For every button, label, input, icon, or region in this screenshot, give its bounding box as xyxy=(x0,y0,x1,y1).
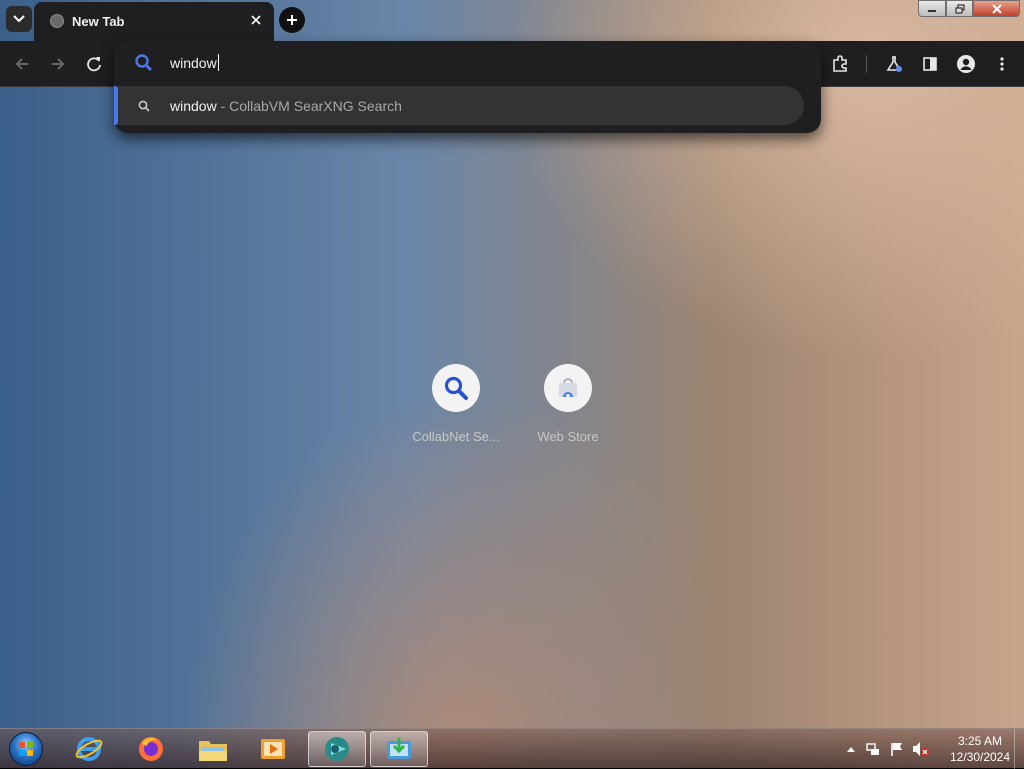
tray-action-center[interactable] xyxy=(888,739,906,759)
chrome-app-icon xyxy=(325,737,349,761)
suggestion-description: CollabVM SearXNG Search xyxy=(229,98,402,114)
taskbar-downloader[interactable] xyxy=(370,731,428,767)
extensions-button[interactable] xyxy=(826,50,854,78)
reload-button[interactable] xyxy=(80,50,108,78)
system-tray: 3:25 AM 12/30/2024 xyxy=(840,729,1024,769)
shortcut-web-store[interactable]: Web Store xyxy=(512,364,624,454)
more-vertical-icon xyxy=(1000,57,1004,71)
new-tab-button[interactable] xyxy=(279,7,305,33)
window-controls xyxy=(918,0,1020,18)
taskbar: 3:25 AM 12/30/2024 xyxy=(0,728,1024,769)
tab-title: New Tab xyxy=(72,14,125,29)
close-icon xyxy=(251,15,261,25)
shortcut-collabnet-search[interactable]: CollabNet Se... xyxy=(400,364,512,454)
address-bar-input[interactable] xyxy=(170,53,770,73)
tray-network[interactable] xyxy=(864,739,882,759)
magnifier-icon xyxy=(444,376,468,400)
back-button[interactable] xyxy=(8,50,36,78)
taskbar-firefox[interactable] xyxy=(122,731,180,767)
suggestion-text: window - CollabVM SearXNG Search xyxy=(170,98,402,114)
internet-explorer-icon xyxy=(75,737,103,761)
shortcut-icon-tile xyxy=(544,364,592,412)
tab-close-button[interactable] xyxy=(246,10,266,30)
puzzle-icon xyxy=(833,55,847,72)
suggestion-focus-indicator xyxy=(114,86,118,125)
show-desktop-button[interactable] xyxy=(1014,729,1024,769)
network-icon xyxy=(866,743,879,755)
chevron-up-icon xyxy=(847,747,855,752)
downloader-icon xyxy=(387,738,411,759)
omnibox-dropdown: window - CollabVM SearXNG Search xyxy=(114,41,821,133)
shortcut-label: CollabNet Se... xyxy=(412,429,500,444)
globe-icon xyxy=(50,14,64,28)
tab-search-button[interactable] xyxy=(6,6,32,32)
profile-button[interactable] xyxy=(952,50,980,78)
taskbar-clock[interactable]: 3:25 AM 12/30/2024 xyxy=(940,733,1020,765)
minimize-icon xyxy=(928,9,936,12)
omnibox-suggestion[interactable]: window - CollabVM SearXNG Search xyxy=(114,86,804,125)
forward-button[interactable] xyxy=(44,50,72,78)
labs-button[interactable] xyxy=(880,50,908,78)
taskbar-media-player[interactable] xyxy=(244,731,302,767)
taskbar-internet-explorer[interactable] xyxy=(60,731,118,767)
clock-time: 3:25 AM xyxy=(957,734,1003,748)
tray-volume[interactable] xyxy=(912,739,930,759)
shortcut-label: Web Store xyxy=(537,429,599,444)
side-panel-button[interactable] xyxy=(916,50,944,78)
minimize-button[interactable] xyxy=(918,0,946,17)
tab-strip: New Tab xyxy=(0,0,1024,41)
chevron-down-icon xyxy=(13,15,25,23)
menu-button[interactable] xyxy=(988,50,1016,78)
show-hidden-icons-button[interactable] xyxy=(842,739,860,759)
arrow-right-icon xyxy=(52,58,65,70)
plus-icon xyxy=(287,15,297,25)
text-caret xyxy=(218,54,219,71)
suggestion-query: window xyxy=(170,98,217,114)
file-explorer-icon xyxy=(199,741,227,761)
suggestion-separator: - xyxy=(216,98,230,114)
close-icon xyxy=(991,3,1002,14)
toolbar-divider xyxy=(866,55,867,73)
tab-new-tab[interactable]: New Tab xyxy=(34,2,274,41)
taskbar-chrome-active[interactable] xyxy=(308,731,366,767)
flask-icon xyxy=(886,56,902,72)
windows-logo-icon xyxy=(9,732,43,766)
arrow-left-icon xyxy=(15,58,28,70)
restore-button[interactable] xyxy=(946,0,973,17)
close-window-button[interactable] xyxy=(973,0,1020,17)
taskbar-file-explorer[interactable] xyxy=(184,731,242,767)
shortcut-icon-tile xyxy=(432,364,480,412)
start-button[interactable] xyxy=(6,731,46,767)
search-icon xyxy=(134,53,154,78)
clock-date: 12/30/2024 xyxy=(949,750,1011,764)
side-panel-icon xyxy=(923,57,937,71)
avatar-icon xyxy=(957,55,975,73)
restore-icon xyxy=(954,3,965,14)
speaker-muted-icon xyxy=(913,742,929,756)
firefox-icon xyxy=(139,737,163,761)
search-icon xyxy=(138,99,150,117)
flag-icon xyxy=(891,743,902,756)
reload-icon xyxy=(87,57,101,72)
media-player-icon xyxy=(261,739,285,759)
web-store-icon xyxy=(559,378,577,398)
